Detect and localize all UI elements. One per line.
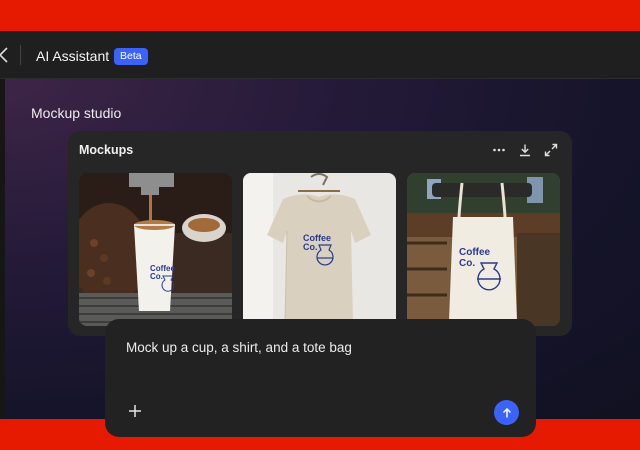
tote-logo-line1: Coffee xyxy=(459,247,491,258)
chevron-left-icon[interactable] xyxy=(0,46,10,64)
arrow-up-icon xyxy=(502,407,511,417)
shirt-mockup-image[interactable]: Coffee Co. xyxy=(243,173,396,326)
top-bar: AI Assistant Beta xyxy=(0,31,640,79)
download-icon[interactable] xyxy=(518,143,532,157)
more-icon[interactable] xyxy=(492,143,506,157)
beta-badge: Beta xyxy=(114,48,148,65)
tote-logo-line2: Co. xyxy=(459,258,475,269)
prompt-box[interactable]: Mock up a cup, a shirt, and a tote bag xyxy=(105,319,536,437)
prompt-input[interactable]: Mock up a cup, a shirt, and a tote bag xyxy=(126,340,352,355)
send-button[interactable] xyxy=(494,400,519,425)
section-title: Mockup studio xyxy=(31,105,122,121)
cup-logo-line2: Co. xyxy=(150,272,163,281)
tote-bag-mockup-image[interactable]: Coffee Co. xyxy=(407,173,560,326)
expand-icon[interactable] xyxy=(544,143,558,157)
mockup-thumbnails: Coffee Co. Coffee Co. Coffee Co. xyxy=(79,173,560,326)
app-title: AI Assistant xyxy=(36,48,110,64)
card-title: Mockups xyxy=(79,143,134,157)
toolbar-divider xyxy=(20,45,21,65)
card-actions xyxy=(492,143,558,157)
cup-mockup-image[interactable]: Coffee Co. xyxy=(79,173,232,326)
shirt-logo-line2: Co. xyxy=(303,242,318,252)
left-rail xyxy=(0,79,5,419)
plus-icon[interactable] xyxy=(127,403,143,419)
mockups-card: Mockups Coffee Co. Coffee Co. Coffee Co. xyxy=(68,131,572,336)
